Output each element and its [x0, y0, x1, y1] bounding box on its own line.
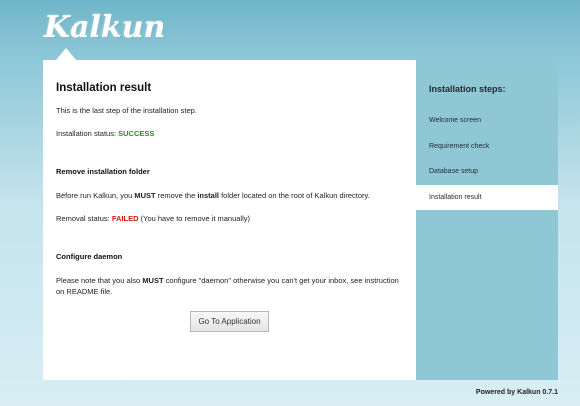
go-to-application-button[interactable]: Go To Application — [190, 311, 269, 332]
remove-text-1: Before run Kalkun, you — [56, 191, 135, 200]
installation-status: Installation status: SUCCESS — [56, 129, 403, 140]
page-title: Installation result — [56, 82, 152, 94]
daemon-instructions: Please note that you also MUST configure… — [56, 276, 403, 297]
intro-text: This is the last step of the installatio… — [56, 106, 197, 115]
button-row: Go To Application — [56, 311, 403, 332]
step-installation-result: Installation result — [416, 184, 558, 210]
remove-text-3: folder located on the root of Kalkun dir… — [219, 191, 370, 200]
remove-must: MUST — [134, 191, 156, 200]
installation-status-label: Installation status: — [56, 128, 117, 138]
remove-folder-instructions: Before run Kalkun, you MUST remove the i… — [56, 191, 403, 202]
removal-status-note: (You have to remove it manually) — [138, 213, 250, 223]
installer-panel: Installation result This is the last ste… — [43, 60, 558, 380]
remove-text-2: remove the — [155, 191, 198, 200]
removal-status-label: Removal status: — [56, 213, 110, 223]
kalkun-logo: Kalkun — [44, 10, 166, 45]
step-welcome-screen: Welcome screen — [429, 117, 482, 124]
removal-status-value: FAILED — [111, 213, 139, 223]
installation-steps-sidebar: Installation steps: Welcome screen Requi… — [416, 60, 558, 380]
main-content: Installation result This is the last ste… — [43, 60, 416, 380]
step-requirement-check: Requirement check — [429, 142, 490, 150]
logo-pointer — [56, 48, 76, 60]
daemon-must: MUST — [142, 276, 164, 285]
remove-install-word: install — [197, 191, 220, 200]
configure-daemon-heading: Configure daemon — [56, 252, 123, 261]
installation-status-value: SUCCESS — [118, 128, 155, 138]
removal-status: Removal status: FAILED (You have to remo… — [56, 214, 403, 225]
sidebar-title: Installation steps: — [429, 84, 506, 94]
remove-folder-heading: Remove installation folder — [56, 167, 150, 176]
daemon-text-1: Please note that you also — [56, 276, 143, 285]
step-database-setup: Database setup — [429, 168, 479, 175]
powered-by-footer: Powered by Kalkun 0.7.1 — [475, 389, 558, 396]
